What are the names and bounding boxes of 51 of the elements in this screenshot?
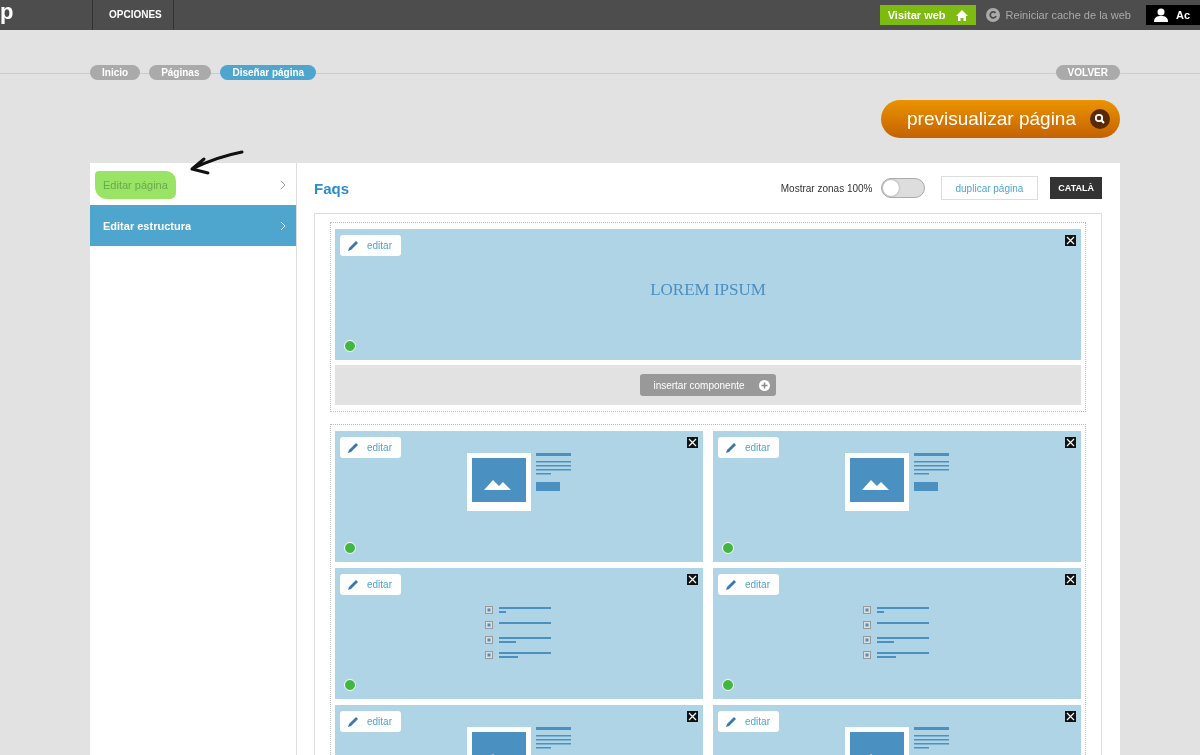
page-title: Faqs (314, 179, 349, 197)
checklist-drawing (485, 605, 553, 662)
close-icon[interactable] (1065, 235, 1076, 246)
pencil-icon (348, 579, 359, 590)
sidebar-item[interactable]: Editar estructura (90, 205, 296, 246)
breadcrumb-link[interactable]: Inicio (90, 65, 141, 80)
zones-toggle[interactable] (880, 178, 925, 198)
edit-button[interactable]: editar (340, 235, 401, 256)
pencil-icon (348, 716, 359, 727)
language-button[interactable]: CATALÀ (1050, 177, 1102, 199)
pencil-icon (726, 579, 737, 590)
edit-button[interactable]: editar (718, 711, 779, 732)
edit-button[interactable]: editar (718, 437, 779, 458)
user-icon (1153, 8, 1168, 22)
breadcrumb-link[interactable]: Páginas (149, 65, 212, 80)
home-icon (955, 9, 968, 21)
search-icon (1090, 109, 1110, 129)
close-icon[interactable] (1065, 711, 1076, 722)
close-icon[interactable] (1065, 437, 1076, 448)
heading-text: LOREM IPSUM (650, 279, 766, 300)
insert-component-button[interactable]: insertar componente (640, 374, 776, 396)
pencil-icon (726, 716, 737, 727)
back-button[interactable]: VOLVER (1055, 65, 1120, 80)
sidebar-item-label: Editar página (95, 170, 176, 199)
pencil-icon (348, 442, 359, 453)
menu-tab[interactable]: OPCIONES (92, 0, 174, 30)
breadcrumb-link[interactable]: Diseñar página (220, 65, 317, 80)
duplicate-page-button[interactable]: duplicar página (940, 176, 1039, 200)
edit-button[interactable]: editar (340, 711, 401, 732)
user-menu-button[interactable]: Ac (1145, 5, 1200, 25)
reset-cache-link[interactable]: Reiniciar cache de la web (1005, 9, 1131, 21)
chevron-right-icon (280, 220, 286, 231)
chevron-right-icon (280, 179, 286, 190)
checklist-drawing (863, 605, 931, 662)
edit-button[interactable]: editar (340, 574, 401, 595)
toggle-label: Mostrar zonas 100% (780, 182, 873, 194)
sidebar-item-label: Editar estructura (103, 218, 193, 234)
edit-button[interactable]: editar (718, 574, 779, 595)
refresh-icon (985, 8, 1000, 22)
pencil-icon (348, 240, 359, 251)
edit-button[interactable]: editar (340, 437, 401, 458)
close-icon[interactable] (687, 437, 698, 448)
pencil-icon (726, 442, 737, 453)
preview-button[interactable]: previsualizar página (881, 100, 1120, 138)
close-icon[interactable] (687, 574, 698, 585)
plus-icon (758, 379, 770, 391)
sidebar-item[interactable]: Editar página (90, 164, 296, 205)
logo-text: p (0, 0, 15, 25)
visit-web-button[interactable]: Visitar web (879, 5, 976, 25)
close-icon[interactable] (687, 711, 698, 722)
close-icon[interactable] (1065, 574, 1076, 585)
